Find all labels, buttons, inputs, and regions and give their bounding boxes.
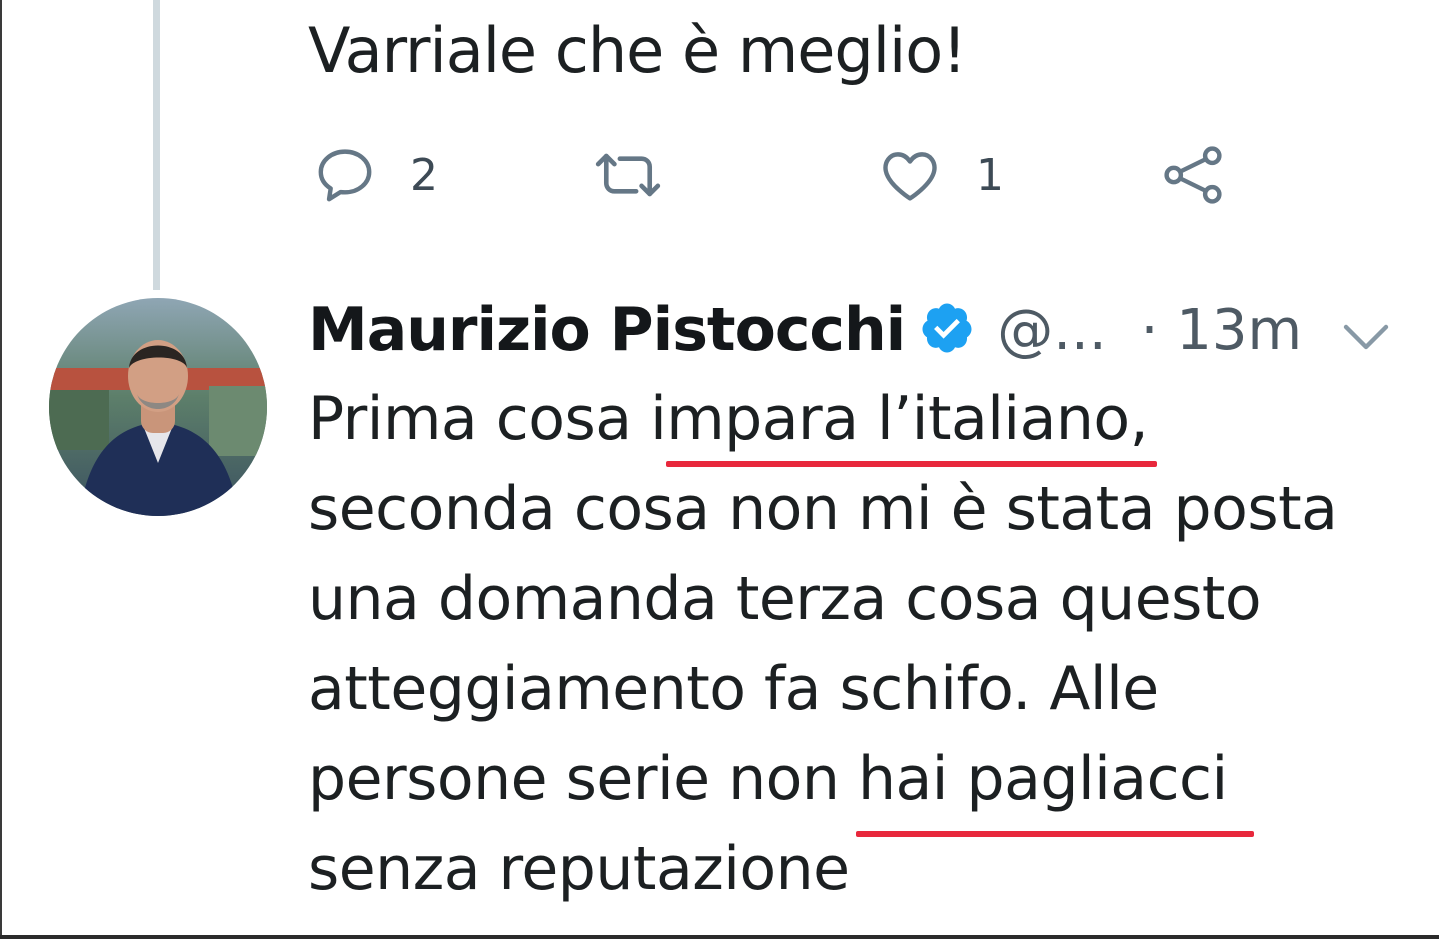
tweet-line: senza reputazione [308, 824, 1428, 914]
red-underline-mark [856, 831, 1254, 837]
previous-tweet-text: Varriale che è meglio! [308, 14, 967, 87]
underlined-phrase: hai pagliacci [857, 744, 1228, 814]
tweet-line: atteggiamento fa schifo. Alle [308, 644, 1428, 734]
like-count: 1 [976, 149, 1004, 201]
tweet-line-text: Prima cosa [308, 384, 651, 454]
tweet-timestamp[interactable]: · 13m [1141, 298, 1302, 363]
screenshot-frame-bottom [0, 935, 1439, 939]
speech-bubble-icon [312, 142, 378, 208]
previous-tweet-action-bar: 2 1 [0, 130, 1439, 220]
tweet-line-text: persone serie non [308, 744, 858, 814]
tweet-line-text: una domanda terza cosa questo [308, 564, 1262, 634]
tweet-line-text: senza reputazione [308, 834, 850, 904]
tweet-line: una domanda terza cosa questo [308, 554, 1428, 644]
tweet-menu-button[interactable] [1340, 319, 1392, 359]
reply-count: 2 [410, 149, 438, 201]
verified-badge-icon [919, 300, 975, 360]
tweet-line: Prima cosa impara l’italiano, [308, 374, 1428, 464]
share-button[interactable] [1160, 130, 1226, 220]
underlined-phrase: impara l’italiano, [650, 384, 1149, 454]
author-handle[interactable]: @... [997, 298, 1106, 363]
author-avatar[interactable] [49, 298, 267, 516]
tweet-line: seconda cosa non mi è stata posta [308, 464, 1428, 554]
retweet-arrows-icon [590, 142, 666, 208]
tweet-header: Maurizio Pistocchi @... · 13m [308, 290, 1428, 370]
share-nodes-icon [1160, 142, 1226, 208]
tweet-line: persone serie non hai pagliacci [308, 734, 1428, 824]
like-button[interactable]: 1 [876, 130, 1004, 220]
author-name[interactable]: Maurizio Pistocchi [308, 295, 906, 365]
tweet-line-text: atteggiamento fa schifo. Alle [308, 654, 1159, 724]
heart-outline-icon [876, 142, 944, 208]
chevron-down-icon [1340, 324, 1392, 359]
red-underline-mark [666, 461, 1157, 467]
retweet-button[interactable] [590, 130, 666, 220]
reply-button[interactable]: 2 [312, 130, 438, 220]
tweet-line-text: seconda cosa non mi è stata posta [308, 474, 1338, 544]
